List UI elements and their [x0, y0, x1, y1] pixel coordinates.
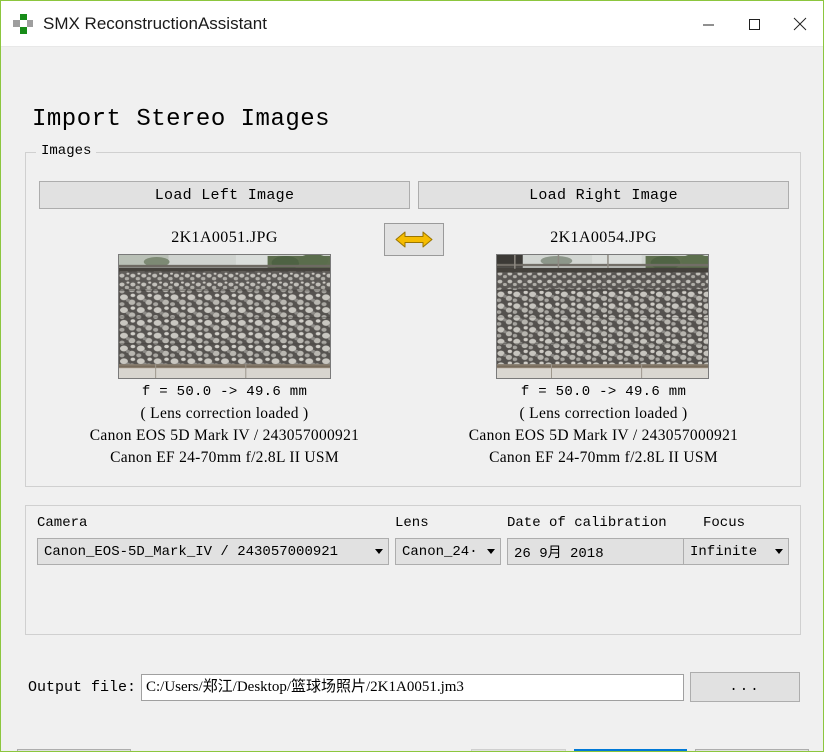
- right-image-filename: 2K1A0054.JPG: [418, 229, 789, 247]
- right-image-thumbnail[interactable]: [496, 254, 709, 379]
- right-lens-model: Canon EF 24-70mm f/2.8L II USM: [418, 449, 789, 467]
- images-group-box: Images Load Left Image Load Right Image …: [25, 152, 801, 487]
- chevron-down-icon: [370, 549, 388, 554]
- left-right-arrow-icon: [394, 230, 434, 249]
- chevron-down-icon: [770, 549, 788, 554]
- page-title: Import Stereo Images: [32, 106, 330, 133]
- load-left-image-button[interactable]: Load Left Image: [39, 181, 410, 209]
- left-image-filename: 2K1A0051.JPG: [39, 229, 410, 247]
- swap-images-button[interactable]: [384, 223, 444, 256]
- maximize-icon: [748, 18, 761, 31]
- right-image-preview: [497, 255, 708, 378]
- left-lens-correction-status: ( Lens correction loaded ): [39, 405, 410, 423]
- lens-label: Lens: [395, 515, 429, 531]
- date-of-calibration-label: Date of calibration: [507, 515, 667, 531]
- minimize-button[interactable]: [685, 1, 731, 47]
- right-focal-length: f = 50.0 -> 49.6 mm: [418, 384, 789, 400]
- left-image-thumbnail[interactable]: [118, 254, 331, 379]
- dialog-content: Import Stereo Images Images Load Left Im…: [1, 47, 823, 752]
- right-camera-body: Canon EOS 5D Mark IV / 243057000921: [418, 427, 789, 445]
- window-controls: [685, 1, 823, 47]
- left-camera-body: Canon EOS 5D Mark IV / 243057000921: [39, 427, 410, 445]
- date-of-calibration-value: 26 9月 2018: [508, 542, 678, 562]
- left-image-preview: [119, 255, 330, 378]
- date-of-calibration-select[interactable]: 26 9月 2018: [507, 538, 697, 565]
- left-focal-length: f = 50.0 -> 49.6 mm: [39, 384, 410, 400]
- app-cross-icon: [13, 14, 33, 34]
- left-lens-model: Canon EF 24-70mm f/2.8L II USM: [39, 449, 410, 467]
- browse-output-file-button[interactable]: ...: [690, 672, 800, 702]
- camera-select-value: Canon_EOS-5D_Mark_IV / 243057000921: [38, 544, 370, 560]
- close-button[interactable]: [777, 1, 823, 47]
- close-icon: [793, 17, 807, 31]
- application-window: SMX ReconstructionAssistant Import: [0, 0, 824, 752]
- lens-select-value: Canon_24·: [396, 544, 482, 560]
- camera-label: Camera: [37, 515, 87, 531]
- camera-select[interactable]: Canon_EOS-5D_Mark_IV / 243057000921: [37, 538, 389, 565]
- title-bar: SMX ReconstructionAssistant: [1, 1, 823, 47]
- focus-select-value: Infinite: [684, 544, 770, 560]
- calibration-group-box: Camera Canon_EOS-5D_Mark_IV / 2430570009…: [25, 505, 801, 635]
- chevron-down-icon: [482, 549, 500, 554]
- images-group-title: Images: [36, 143, 96, 159]
- focus-label: Focus: [703, 515, 745, 531]
- minimize-icon: [702, 18, 715, 31]
- output-file-label: Output file:: [28, 679, 136, 696]
- lens-select[interactable]: Canon_24·: [395, 538, 501, 565]
- window-title: SMX ReconstructionAssistant: [43, 14, 267, 34]
- maximize-button[interactable]: [731, 1, 777, 47]
- right-lens-correction-status: ( Lens correction loaded ): [418, 405, 789, 423]
- focus-select[interactable]: Infinite: [683, 538, 789, 565]
- load-right-image-button[interactable]: Load Right Image: [418, 181, 789, 209]
- output-file-input[interactable]: C:/Users/郑江/Desktop/篮球场照片/2K1A0051.jm3: [141, 674, 684, 701]
